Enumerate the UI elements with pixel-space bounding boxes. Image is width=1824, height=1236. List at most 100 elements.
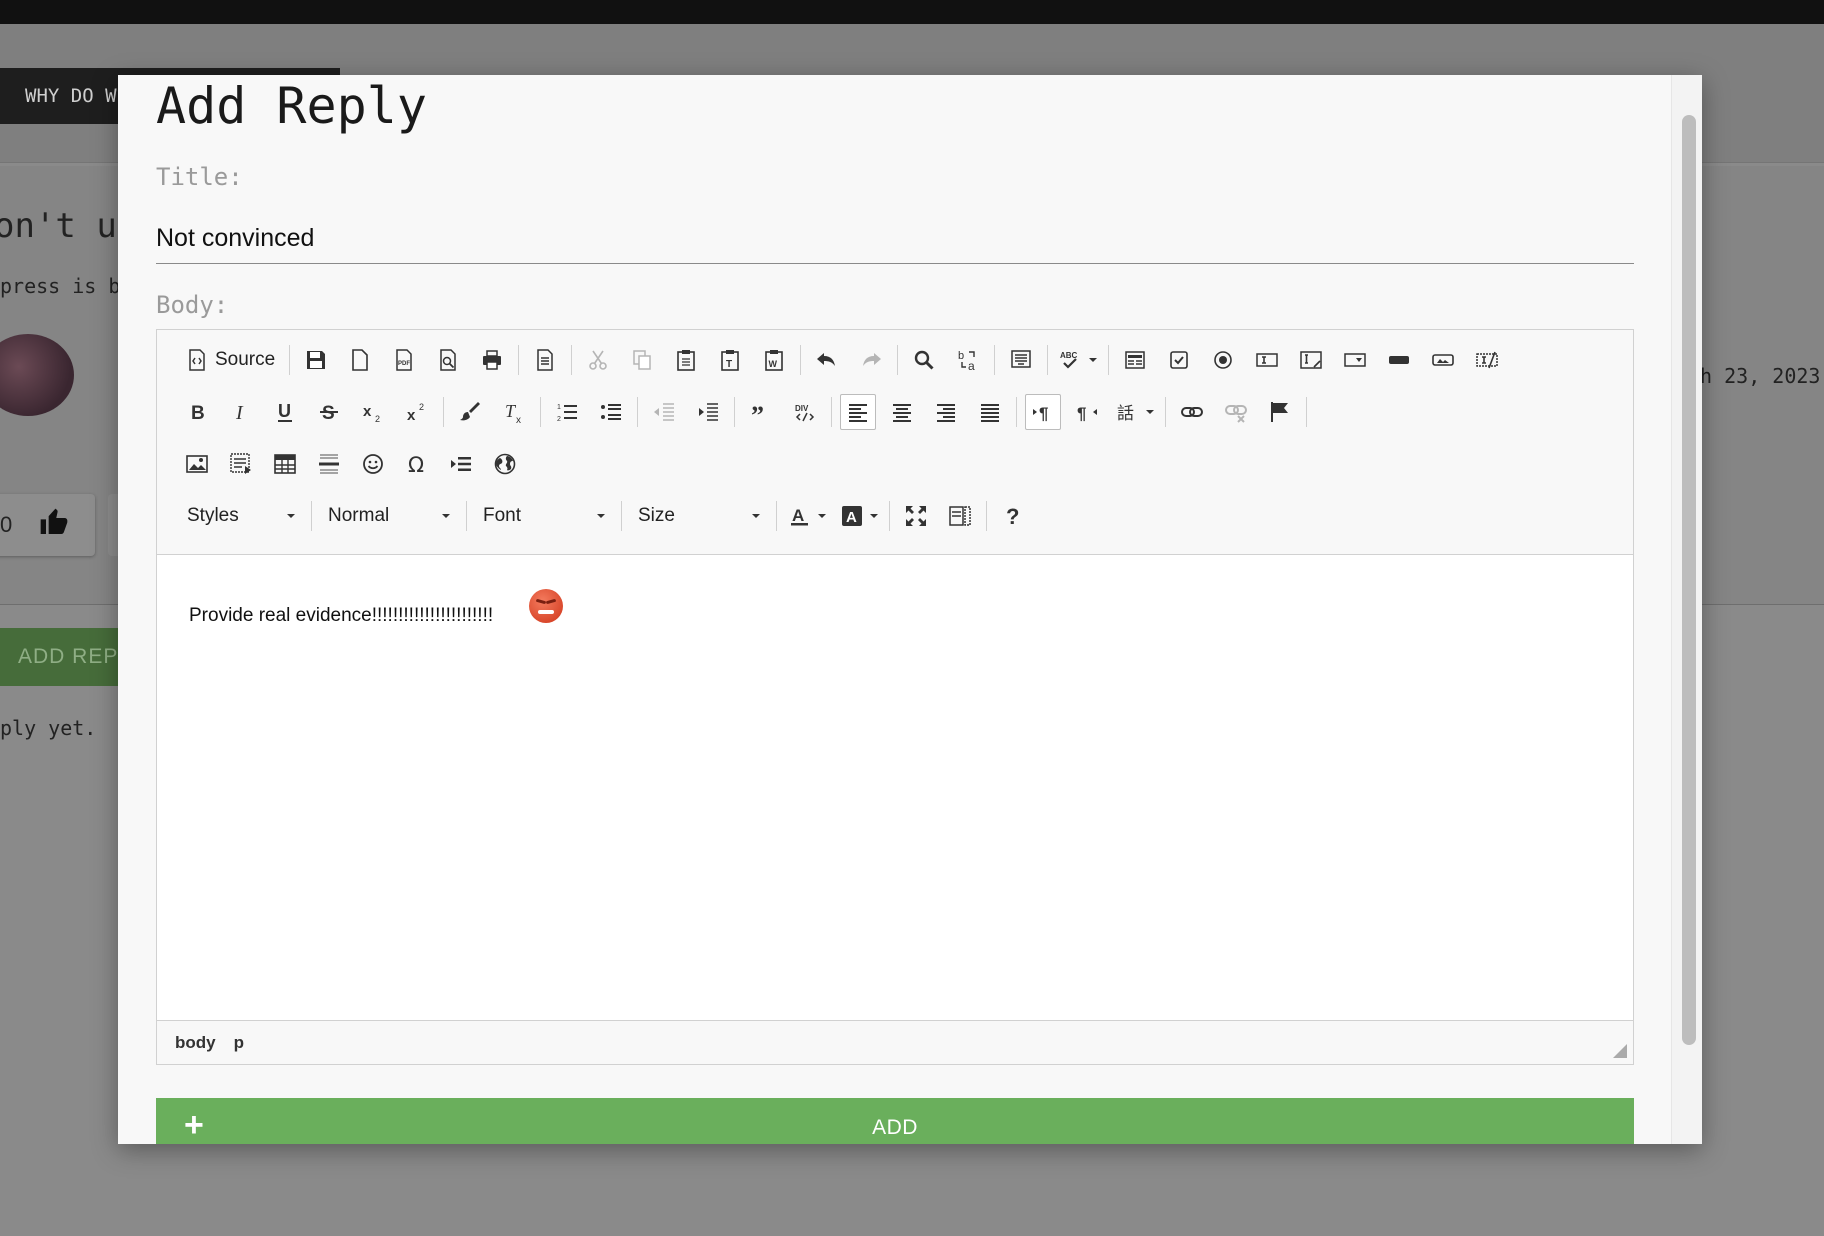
new-page-button[interactable] bbox=[342, 342, 378, 378]
page-break-button[interactable] bbox=[443, 446, 479, 482]
help-button[interactable]: ? bbox=[995, 498, 1031, 534]
undo-button[interactable] bbox=[809, 342, 845, 378]
chevron-down-icon bbox=[752, 514, 760, 518]
templates-button[interactable] bbox=[527, 342, 563, 378]
toolbar-separator bbox=[776, 501, 777, 531]
underline-button[interactable]: U bbox=[267, 394, 303, 430]
italic-button[interactable]: I bbox=[223, 394, 259, 430]
link-button[interactable] bbox=[1174, 394, 1210, 430]
align-center-icon bbox=[893, 404, 911, 422]
unlink-button[interactable] bbox=[1218, 394, 1254, 430]
svg-text:?: ? bbox=[1006, 504, 1019, 528]
size-dropdown[interactable]: Size bbox=[626, 498, 772, 534]
strikethrough-button[interactable]: S bbox=[311, 394, 347, 430]
replace-button[interactable]: ba bbox=[950, 342, 986, 378]
superscript-button[interactable]: x2 bbox=[399, 394, 435, 430]
format-dropdown[interactable]: Normal bbox=[316, 498, 462, 534]
select-all-button[interactable] bbox=[1003, 342, 1039, 378]
paste-text-button[interactable]: T bbox=[712, 342, 748, 378]
table-button[interactable] bbox=[267, 446, 303, 482]
align-left-button[interactable] bbox=[840, 394, 876, 430]
image-button-button[interactable] bbox=[1425, 342, 1461, 378]
text-direction-rtl-button[interactable]: ¶ bbox=[1069, 394, 1105, 430]
paste-from-word-button[interactable]: W bbox=[756, 342, 792, 378]
svg-text:2: 2 bbox=[375, 414, 380, 424]
justify-button[interactable] bbox=[972, 394, 1008, 430]
smiley-button[interactable] bbox=[355, 446, 391, 482]
checkbox-button[interactable] bbox=[1161, 342, 1197, 378]
emoji-eye bbox=[545, 598, 557, 605]
add-reply-submit-button[interactable]: + ADD bbox=[156, 1098, 1634, 1144]
modal-scrollbar[interactable] bbox=[1671, 75, 1702, 1144]
modal-scrollbar-thumb[interactable] bbox=[1682, 115, 1696, 1045]
iframe-button[interactable] bbox=[487, 446, 523, 482]
flash-button[interactable] bbox=[223, 446, 259, 482]
blockquote-button[interactable]: ” bbox=[743, 394, 779, 430]
editor-content-area[interactable]: Provide real evidence!!!!!!!!!!!!!!!!!!!… bbox=[157, 555, 1633, 1021]
maximize-button[interactable] bbox=[898, 498, 934, 534]
preview-button[interactable] bbox=[430, 342, 466, 378]
form-button-button[interactable] bbox=[1381, 342, 1417, 378]
form-icon bbox=[1125, 351, 1145, 369]
textarea-button[interactable] bbox=[1293, 342, 1329, 378]
save-button[interactable] bbox=[298, 342, 334, 378]
redo-button[interactable] bbox=[853, 342, 889, 378]
bulleted-list-button[interactable] bbox=[593, 394, 629, 430]
chevron-down-icon bbox=[1146, 410, 1154, 414]
find-button[interactable] bbox=[906, 342, 942, 378]
blockquote-icon: ” bbox=[751, 401, 764, 424]
text-field-button[interactable] bbox=[1249, 342, 1285, 378]
select-field-button[interactable] bbox=[1337, 342, 1373, 378]
copy-formatting-button[interactable] bbox=[452, 394, 488, 430]
increase-indent-button[interactable] bbox=[690, 394, 726, 430]
radio-button[interactable] bbox=[1205, 342, 1241, 378]
body-label: Body: bbox=[156, 291, 229, 319]
form-button[interactable] bbox=[1117, 342, 1153, 378]
toolbar-separator bbox=[1108, 345, 1110, 375]
subscript-button[interactable]: x2 bbox=[355, 394, 391, 430]
text-field-icon bbox=[1256, 353, 1278, 367]
horizontal-line-button[interactable] bbox=[311, 446, 347, 482]
numbered-list-button[interactable]: 12 bbox=[549, 394, 585, 430]
source-button[interactable]: Source bbox=[179, 342, 281, 378]
show-blocks-button[interactable] bbox=[942, 498, 978, 534]
styles-dropdown[interactable]: Styles bbox=[175, 498, 307, 534]
export-pdf-button[interactable]: PDF bbox=[386, 342, 422, 378]
bold-button[interactable]: B bbox=[179, 394, 215, 430]
editor-content-text[interactable]: Provide real evidence!!!!!!!!!!!!!!!!!!!… bbox=[189, 605, 493, 627]
text-direction-ltr-button[interactable]: ¶ bbox=[1025, 394, 1061, 430]
format-dropdown-label: Normal bbox=[328, 505, 390, 526]
special-character-button[interactable]: Ω bbox=[399, 446, 435, 482]
paste-text-icon: T bbox=[721, 350, 740, 371]
toolbar-separator bbox=[621, 501, 622, 531]
anchor-button[interactable] bbox=[1262, 394, 1298, 430]
path-item-body[interactable]: body bbox=[175, 1033, 216, 1053]
toolbar-row-1: Source PDF T W b a ABC bbox=[175, 340, 1509, 380]
background-color-button[interactable]: A bbox=[837, 498, 881, 534]
hidden-field-button[interactable] bbox=[1469, 342, 1505, 378]
create-div-button[interactable]: DIV bbox=[787, 394, 823, 430]
browser-top-bar bbox=[0, 0, 1824, 24]
copy-button[interactable] bbox=[624, 342, 660, 378]
size-dropdown-label: Size bbox=[638, 505, 675, 526]
cut-button[interactable] bbox=[580, 342, 616, 378]
modal-heading: Add Reply bbox=[156, 77, 427, 135]
remove-format-button[interactable]: Tx bbox=[496, 394, 532, 430]
text-color-button[interactable]: A bbox=[785, 498, 829, 534]
font-dropdown[interactable]: Font bbox=[471, 498, 617, 534]
spellcheck-button[interactable]: ABC bbox=[1056, 342, 1100, 378]
bold-icon: B bbox=[191, 403, 205, 424]
print-button[interactable] bbox=[474, 342, 510, 378]
language-button[interactable]: 話 bbox=[1113, 394, 1157, 430]
decrease-indent-button[interactable] bbox=[646, 394, 682, 430]
resize-handle[interactable] bbox=[1613, 1044, 1627, 1058]
align-center-button[interactable] bbox=[884, 394, 920, 430]
image-button[interactable] bbox=[179, 446, 215, 482]
align-right-button[interactable] bbox=[928, 394, 964, 430]
background-add-reply-button: ADD REP bbox=[0, 628, 130, 686]
path-item-p[interactable]: p bbox=[234, 1033, 244, 1053]
title-input[interactable] bbox=[156, 213, 1634, 264]
toolbar-separator bbox=[443, 397, 444, 427]
paste-button[interactable] bbox=[668, 342, 704, 378]
toolbar-separator bbox=[466, 501, 467, 531]
